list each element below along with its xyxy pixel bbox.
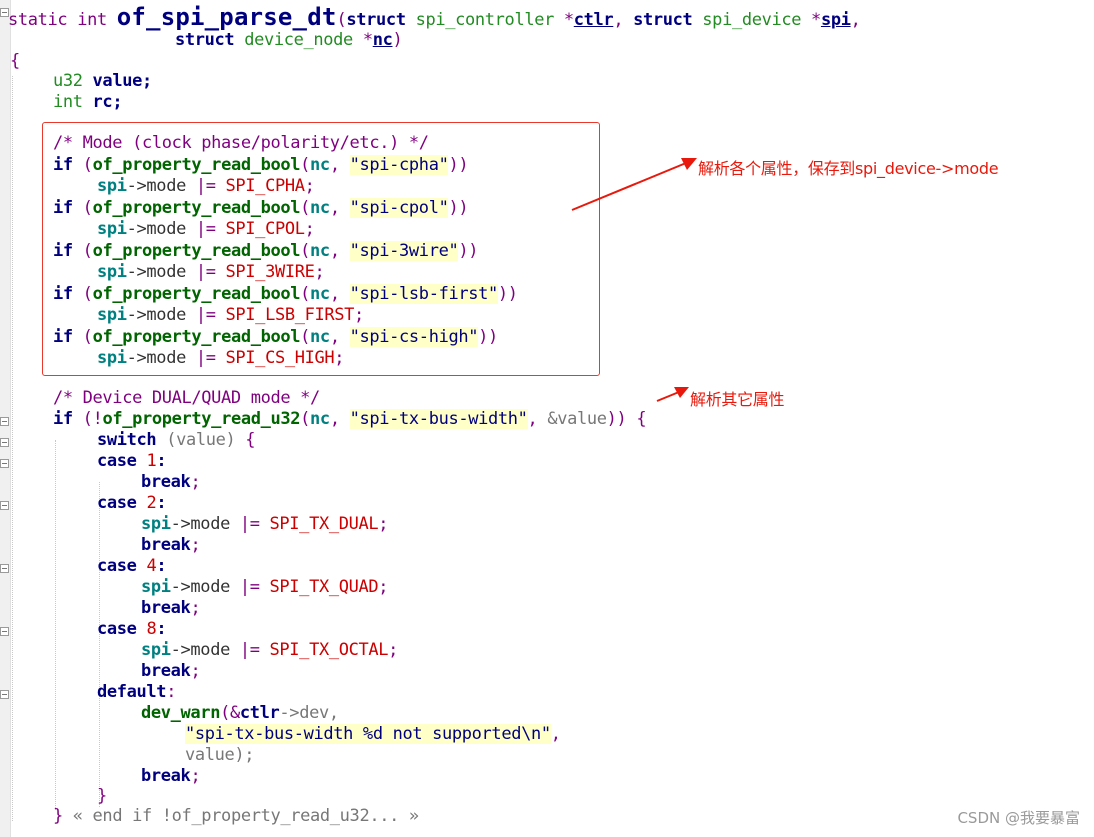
- arrow-to-other-note: [656, 391, 680, 402]
- mode-annotation: 解析各个属性，保存到spi_device->mode: [698, 159, 999, 178]
- annotation-arrows: [571, 158, 697, 402]
- arrow-to-mode-note: [571, 162, 687, 211]
- watermark: CSDN @我要暴富: [957, 809, 1080, 827]
- other-annotation: 解析其它属性: [690, 390, 785, 409]
